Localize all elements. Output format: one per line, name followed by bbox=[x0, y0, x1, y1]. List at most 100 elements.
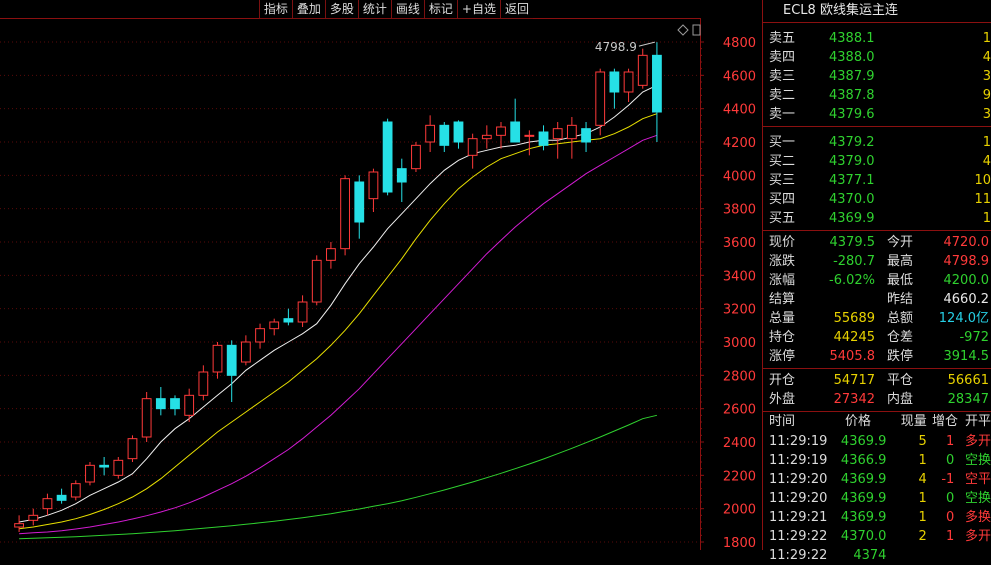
stat-label: 涨跌 bbox=[769, 254, 796, 269]
stat-value: 28347 bbox=[947, 392, 989, 407]
stat-row: 总量 55689 总额 124.0亿 bbox=[763, 309, 991, 328]
bid-volume: 1 bbox=[982, 211, 991, 226]
candle-body bbox=[524, 134, 535, 137]
ask-price: 4388.1 bbox=[829, 31, 875, 46]
candle-body bbox=[141, 398, 152, 438]
stat-row: 现价 4379.5 今开 4720.0 bbox=[763, 233, 991, 252]
stat-value: 4798.9 bbox=[943, 254, 990, 269]
ask-label: 卖二 bbox=[769, 88, 796, 103]
tick-volume: 5 bbox=[918, 434, 927, 449]
bid-price: 4379.0 bbox=[829, 154, 875, 169]
stat-label: 外盘 bbox=[769, 392, 796, 407]
ask-volume: 3 bbox=[982, 69, 991, 84]
tick-row: 11:29:21 4369.9 1 0 多换 bbox=[763, 508, 991, 527]
candle-body bbox=[198, 371, 209, 396]
stat-label: 今开 bbox=[887, 235, 914, 250]
tick-time: 11:29:20 bbox=[769, 472, 828, 487]
ask-label: 卖五 bbox=[769, 31, 796, 46]
tick-row: 11:29:20 4369.9 4 -1 空平 bbox=[763, 470, 991, 489]
y-tick-label: 3000 bbox=[723, 336, 756, 351]
candle-body bbox=[538, 131, 549, 146]
bid-label: 买五 bbox=[769, 211, 796, 226]
candle-body bbox=[510, 121, 521, 143]
col-volume: 现量 bbox=[900, 414, 927, 429]
tick-oi-change: 0 bbox=[946, 510, 955, 525]
indicator-button[interactable]: 指标 bbox=[258, 0, 292, 19]
ask-row[interactable]: 卖三 4387.9 3 bbox=[763, 67, 991, 86]
candle-body bbox=[623, 71, 634, 93]
statistics-button[interactable]: 统计 bbox=[357, 0, 391, 19]
overlay-button[interactable]: 叠加 bbox=[291, 0, 325, 19]
bid-row[interactable]: 买二 4379.0 4 bbox=[763, 152, 991, 171]
bid-price: 4369.9 bbox=[829, 211, 875, 226]
tick-type: 多开 bbox=[964, 529, 991, 544]
ma-line-green bbox=[19, 414, 658, 540]
candle-body bbox=[326, 248, 336, 261]
stat-label: 总额 bbox=[887, 311, 914, 326]
back-button[interactable]: 返回 bbox=[499, 0, 533, 19]
chart-toolbar: 指标 叠加 多股 统计 画线 标记 +自选 返回 bbox=[258, 0, 533, 19]
stat-value: 55689 bbox=[833, 311, 875, 326]
ask-row[interactable]: 卖五 4388.1 1 bbox=[763, 29, 991, 48]
stat-value bbox=[807, 290, 875, 309]
bid-row[interactable]: 买四 4370.0 11 bbox=[763, 190, 991, 209]
candle-body bbox=[240, 341, 251, 363]
stat-value: -972 bbox=[959, 330, 989, 345]
candle-body bbox=[609, 71, 620, 93]
stat-label: 现价 bbox=[769, 235, 796, 250]
candle-body bbox=[652, 54, 662, 113]
multi-stock-button[interactable]: 多股 bbox=[324, 0, 358, 19]
draw-line-button[interactable]: 画线 bbox=[390, 0, 424, 19]
tick-time: 11:29:20 bbox=[769, 491, 828, 506]
candle-body bbox=[581, 128, 591, 143]
quote-panel: ECL8 欧线集运主连 卖五 4388.1 1 卖四 4388.0 4 卖三 4387.9… bbox=[762, 0, 991, 563]
col-oi: 增仓 bbox=[931, 414, 958, 429]
candle-body bbox=[56, 494, 67, 501]
add-watchlist-button[interactable]: +自选 bbox=[456, 0, 500, 19]
ask-row[interactable]: 卖四 4388.0 4 bbox=[763, 48, 991, 67]
tick-row: 11:29:22 4370.0 2 1 多开 bbox=[763, 527, 991, 546]
tick-time: 11:29:22 bbox=[769, 529, 828, 544]
stat-row: 涨跌 -280.7 最高 4798.9 bbox=[763, 252, 991, 271]
stat-label: 内盘 bbox=[887, 392, 914, 407]
candle-body bbox=[595, 71, 606, 126]
candle-body bbox=[637, 54, 648, 86]
ask-row[interactable]: 卖二 4387.8 9 bbox=[763, 86, 991, 105]
kline-chart-area[interactable]: 4800 4600 4400 4200 4000 3800 3600 3400 3200 3000… bbox=[0, 0, 762, 550]
bid-row[interactable]: 买一 4379.2 1 bbox=[763, 133, 991, 152]
tick-price: 4374 bbox=[853, 548, 887, 563]
y-tick-label: 2200 bbox=[723, 469, 756, 484]
tick-price: 4369.9 bbox=[840, 472, 887, 487]
ask-price: 4387.9 bbox=[829, 69, 875, 84]
bid-row[interactable]: 买三 4377.1 10 bbox=[763, 171, 991, 190]
candle-body bbox=[255, 328, 265, 343]
stat-label: 总量 bbox=[769, 311, 796, 326]
stat-label: 平仓 bbox=[887, 373, 914, 388]
mark-button[interactable]: 标记 bbox=[423, 0, 457, 19]
bid-label: 买四 bbox=[769, 192, 796, 207]
candle-body bbox=[467, 138, 478, 156]
candle-body bbox=[297, 301, 308, 323]
y-tick-label: 4400 bbox=[723, 103, 756, 118]
candle-body bbox=[411, 144, 421, 170]
bid-label: 买三 bbox=[769, 173, 796, 188]
stat-value: 4379.5 bbox=[829, 235, 876, 250]
stat-value: -6.02% bbox=[829, 273, 875, 288]
tick-row: 11:29:22 4374 bbox=[763, 546, 991, 565]
ask-row[interactable]: 卖一 4379.6 3 bbox=[763, 105, 991, 124]
candle-body bbox=[184, 394, 195, 416]
ask-volume: 3 bbox=[982, 107, 991, 122]
kline-chart[interactable]: 4800 4600 4400 4200 4000 3800 3600 3400 3200 3000… bbox=[0, 0, 762, 550]
tick-time: 11:29:22 bbox=[769, 548, 828, 563]
stat-label: 昨结 bbox=[887, 292, 914, 307]
tick-type bbox=[954, 546, 991, 565]
stat-row: 开仓 54717 平仓 56661 bbox=[763, 371, 991, 390]
bid-row[interactable]: 买五 4369.9 1 bbox=[763, 209, 991, 228]
candle-body bbox=[396, 168, 407, 183]
tick-volume: 4 bbox=[918, 472, 927, 487]
y-tick-label: 4200 bbox=[723, 136, 756, 151]
position-stats: 开仓 54717 平仓 56661 外盘 27342 内盘 28347 bbox=[763, 369, 991, 412]
candle-body bbox=[155, 398, 166, 410]
candle-body bbox=[85, 464, 95, 483]
y-tick-label: 1800 bbox=[723, 536, 756, 550]
